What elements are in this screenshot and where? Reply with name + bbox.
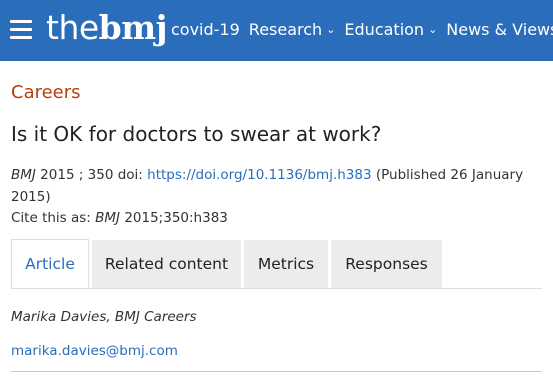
nav-education[interactable]: Education ⌄: [344, 20, 437, 40]
author-byline: Marika Davies, BMJ Careers: [11, 309, 197, 325]
cite-prefix: Cite this as:: [11, 210, 96, 226]
tab-metrics[interactable]: Metrics: [244, 240, 328, 288]
tab-article[interactable]: Article: [11, 239, 89, 288]
article-tabs: Article Related content Metrics Response…: [11, 239, 542, 289]
doi-prefix: doi:: [113, 167, 148, 183]
journal-name: BMJ: [11, 167, 36, 183]
tab-related-content[interactable]: Related content: [92, 240, 241, 288]
section-label[interactable]: Careers: [11, 81, 542, 105]
article-title: Is it OK for doctors to swear at work?: [11, 122, 382, 146]
chevron-down-icon: ⌄: [428, 23, 438, 36]
cite-ref: 2015;350:h383: [120, 210, 228, 226]
nav-covid-19[interactable]: covid-19: [171, 20, 240, 40]
cite-line: Cite this as: BMJ 2015;350:h383: [11, 208, 542, 228]
nav-research[interactable]: Research ⌄: [249, 20, 336, 40]
chevron-down-icon: ⌄: [326, 23, 336, 36]
tab-responses[interactable]: Responses: [331, 240, 442, 288]
year-volume: 2015 ; 350: [35, 167, 114, 183]
main-nav: covid-19 Research ⌄ Education ⌄ News & Vie…: [171, 20, 553, 40]
doi-link[interactable]: https://doi.org/10.1136/bmj.h383: [147, 167, 371, 183]
cite-journal: BMJ: [95, 210, 121, 226]
article-meta: BMJ 2015 ; 350 doi: https://doi.org/10.1…: [11, 164, 542, 208]
divider: [11, 371, 542, 372]
menu-icon[interactable]: [10, 20, 32, 40]
bmj-logo[interactable]: thebmj: [46, 8, 168, 48]
nav-news-views[interactable]: News & Views⌄: [446, 20, 553, 40]
author-email-link[interactable]: marika.davies@bmj.com: [11, 341, 542, 361]
site-header: thebmj covid-19 Research ⌄ Education ⌄ New…: [0, 0, 553, 61]
article-content: Careers Is it OK for doctors to swear at…: [0, 81, 553, 372]
